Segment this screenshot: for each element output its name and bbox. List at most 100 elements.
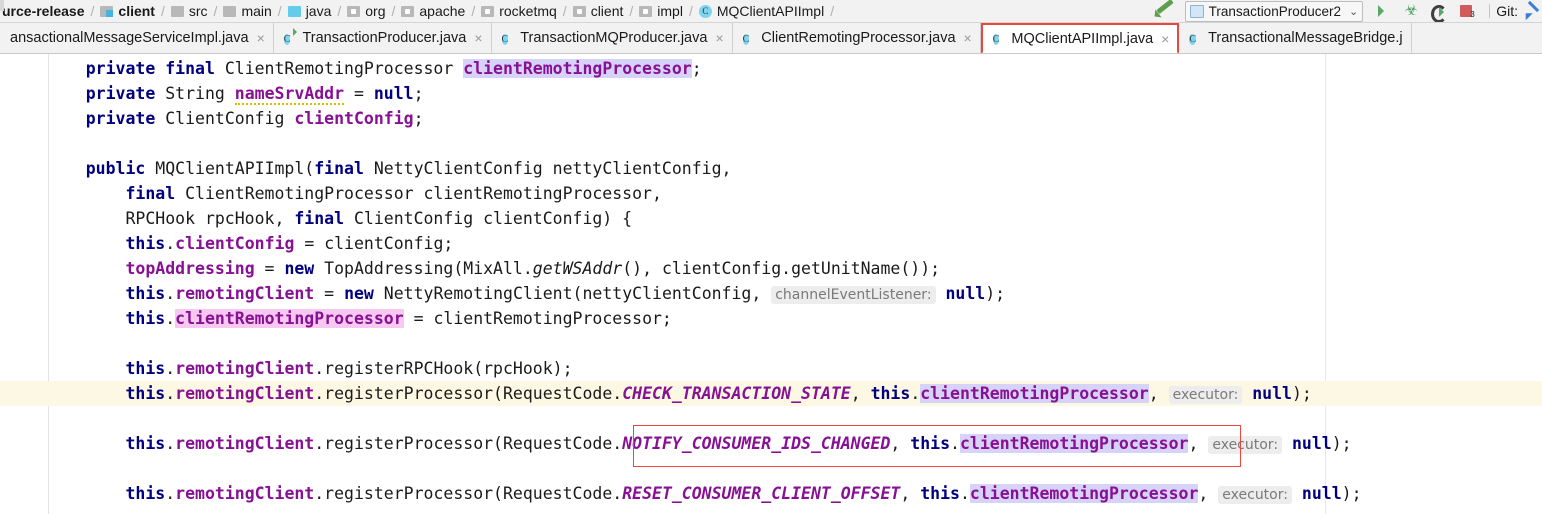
code-token: ClientConfig clientConfig) { <box>344 209 633 228</box>
code-line[interactable]: this.remotingClient.registerProcessor(Re… <box>0 431 1542 456</box>
code-token: this <box>125 284 166 303</box>
breadcrumb-item-apache[interactable]: apache <box>399 0 467 22</box>
close-icon[interactable]: × <box>257 31 265 45</box>
code-line[interactable]: this.remotingClient.registerProcessor(Re… <box>0 381 1542 406</box>
code-line[interactable]: this.remotingClient = new NettyRemotingC… <box>0 281 1542 306</box>
code-token: . <box>165 284 176 303</box>
hide-breadcrumbs-arrow-icon[interactable] <box>1153 1 1179 21</box>
code-token: remotingClient <box>175 359 315 378</box>
breadcrumb-item-label: MQClientAPIImpl <box>716 3 825 19</box>
code-line[interactable]: private ClientConfig clientConfig; <box>0 106 1542 131</box>
code-editor[interactable]: private final ClientRemotingProcessor cl… <box>0 54 1542 514</box>
code-token: null <box>945 284 986 303</box>
editor-tab-transactionproducer[interactable]: C TransactionProducer.java × <box>273 23 492 53</box>
code-token: , <box>1148 384 1169 403</box>
inlay-parameter-hint: channelEventListener: <box>771 286 936 304</box>
code-line[interactable] <box>0 406 1542 431</box>
code-line[interactable]: private String nameSrvAddr = null; <box>0 81 1542 106</box>
editor-tab-label: TransactionProducer.java <box>302 30 467 46</box>
close-icon[interactable]: × <box>1161 32 1169 46</box>
run-configuration-selector[interactable]: TransactionProducer2 ⌄ <box>1184 0 1364 22</box>
breadcrumb-item-label: impl <box>657 3 683 19</box>
code-token: private <box>85 84 156 103</box>
code-line[interactable]: private final ClientRemotingProcessor cl… <box>0 56 1542 81</box>
code-line[interactable]: this.remotingClient.registerRPCHook(rpcH… <box>0 356 1542 381</box>
breadcrumb-item-java[interactable]: java <box>286 0 334 22</box>
code-line[interactable] <box>0 331 1542 356</box>
breadcrumb-separator: / <box>277 3 282 19</box>
editor-tab-bar: ansactionalMessageServiceImpl.java × C Tran… <box>0 23 1542 54</box>
code-token: . <box>950 434 960 453</box>
breadcrumb-item-main[interactable]: main <box>221 0 273 22</box>
code-token: = clientConfig; <box>294 234 454 253</box>
close-icon[interactable]: × <box>715 31 723 45</box>
code-token: this <box>125 434 166 453</box>
code-line[interactable]: topAddressing = new TopAddressing(MixAll… <box>0 256 1542 281</box>
code-line[interactable]: this.clientConfig = clientConfig; <box>0 231 1542 256</box>
code-token: , <box>900 484 921 503</box>
stop-icon[interactable] <box>1455 1 1479 21</box>
breadcrumb-item-urce-release[interactable]: urce-release <box>0 0 87 22</box>
breadcrumb-item-client[interactable]: client <box>571 0 626 22</box>
code-token: NOTIFY_CONSUMER_IDS_CHANGED <box>622 434 891 453</box>
code-token: . <box>165 234 176 253</box>
breadcrumb-item-org[interactable]: org <box>345 0 387 22</box>
code-token: final <box>125 184 176 203</box>
code-line[interactable]: this.clientRemotingProcessor = clientRem… <box>0 306 1542 331</box>
code-token: clientRemotingProcessor <box>920 384 1149 403</box>
breadcrumb-item-label: src <box>188 3 208 19</box>
breadcrumb-separator: / <box>629 3 634 19</box>
code-token: this <box>125 309 166 328</box>
package-icon <box>639 5 653 17</box>
breadcrumb-item-src[interactable]: src <box>169 0 210 22</box>
breadcrumb-item-rocketmq[interactable]: rocketmq <box>479 0 559 22</box>
package-icon <box>481 5 495 17</box>
close-icon[interactable]: × <box>964 31 972 45</box>
java-class-icon: C <box>742 30 756 47</box>
editor-tab-ansactionalmessageserviceimpl[interactable]: ansactionalMessageServiceImpl.java × <box>0 23 274 53</box>
breadcrumb-item-mqclientapiimpl[interactable]: C MQClientAPIImpl <box>697 0 826 22</box>
class-icon: C <box>992 34 1000 45</box>
run-icon[interactable] <box>1371 1 1395 21</box>
editor-tab-label: MQClientAPIImpl.java <box>1011 30 1154 47</box>
code-token: MQClientAPIImpl( <box>145 159 315 178</box>
editor-tab-mqclientapiimpl[interactable]: C MQClientAPIImpl.java × <box>980 23 1180 53</box>
code-token: ); <box>1291 384 1312 403</box>
module-folder-icon <box>100 5 114 17</box>
code-line[interactable]: this.remotingClient.registerProcessor(Re… <box>0 481 1542 506</box>
breadcrumb: urce-release / client / src / main / java / org / ap… <box>0 0 1542 23</box>
chevron-down-icon: ⌄ <box>1349 5 1359 18</box>
git-update-project-icon[interactable] <box>1524 2 1542 20</box>
code-line[interactable]: public MQClientAPIImpl(final NettyClient… <box>0 156 1542 181</box>
breadcrumb-item-label: rocketmq <box>499 3 557 19</box>
code-token: this <box>125 234 166 253</box>
code-line[interactable] <box>0 456 1542 481</box>
code-line[interactable]: RPCHook rpcHook, final ClientConfig clie… <box>0 206 1542 231</box>
code-token: String <box>155 84 235 103</box>
breadcrumb-item-client[interactable]: client <box>98 0 157 22</box>
run-with-coverage-icon[interactable] <box>1427 1 1451 22</box>
code-token: ClientConfig <box>155 109 295 128</box>
editor-tab-transactionmqproducer[interactable]: C TransactionMQProducer.java × <box>491 23 733 53</box>
code-token: final <box>314 159 364 178</box>
code-line[interactable]: final ClientRemotingProcessor clientRemo… <box>0 181 1542 206</box>
code-token: remotingClient <box>175 484 315 503</box>
editor-tab-clientremotingprocessor[interactable]: C ClientRemotingProcessor.java × <box>732 23 981 53</box>
code-token: ); <box>1331 434 1352 453</box>
breadcrumb-separator: / <box>471 3 476 19</box>
code-token: clientRemotingProcessor <box>175 309 404 328</box>
source-code[interactable]: private final ClientRemotingProcessor cl… <box>0 54 1542 506</box>
debug-icon[interactable]: ☣ <box>1399 1 1423 21</box>
close-icon[interactable]: × <box>474 31 482 45</box>
editor-tab-transactionalmessagebridge.j[interactable]: C TransactionalMessageBridge.j <box>1179 23 1412 53</box>
breadcrumb-item-impl[interactable]: impl <box>637 0 685 22</box>
code-token: this <box>870 384 911 403</box>
code-token: topAddressing <box>125 259 255 278</box>
code-token: .registerProcessor(RequestCode. <box>314 434 623 453</box>
code-line[interactable] <box>0 131 1542 156</box>
code-token: clientConfig <box>294 109 414 128</box>
